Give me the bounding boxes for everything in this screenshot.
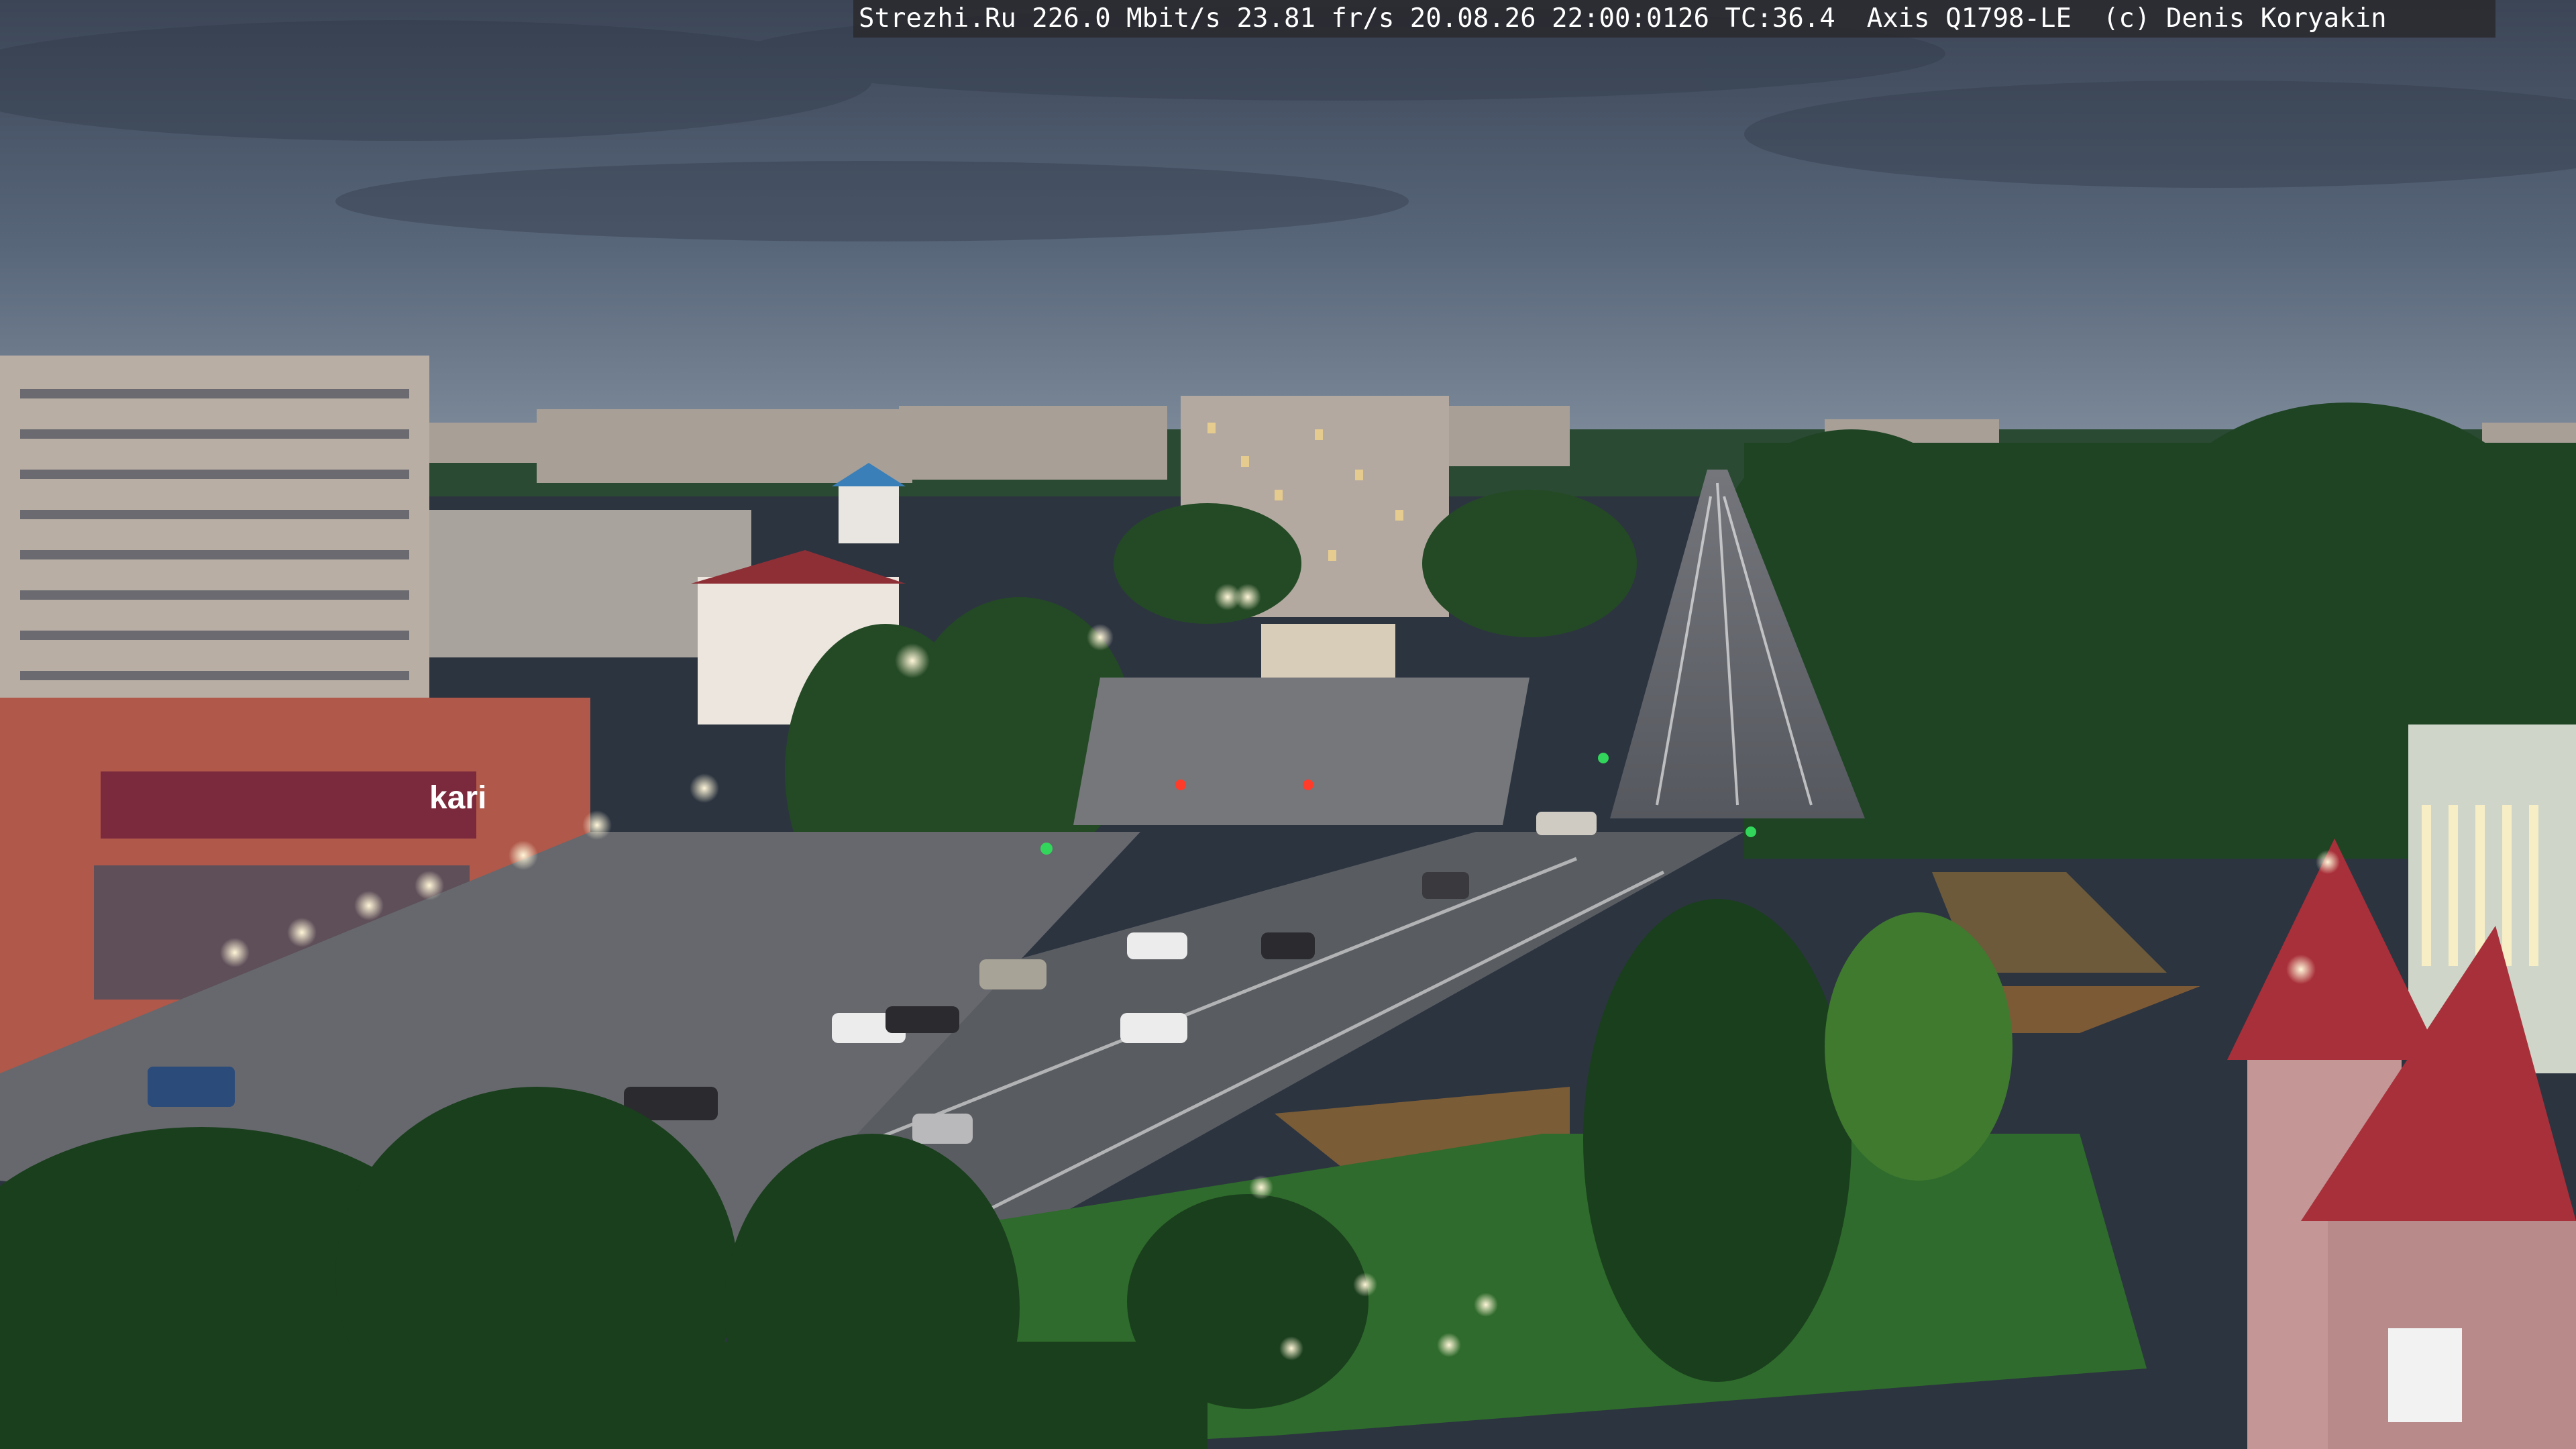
central-plaza: [1073, 678, 1529, 825]
camera-scene: kari: [0, 0, 2576, 1449]
pavilion: [1261, 624, 1395, 678]
store-brand-sign: kari: [429, 780, 486, 816]
store-sign-band: [101, 771, 476, 839]
tower-window: [2388, 1328, 2462, 1422]
blue-tower: [839, 483, 899, 543]
camera-overlay-text: Strezhi.Ru 226.0 Mbit/s 23.81 fr/s 20.08…: [853, 0, 2496, 38]
